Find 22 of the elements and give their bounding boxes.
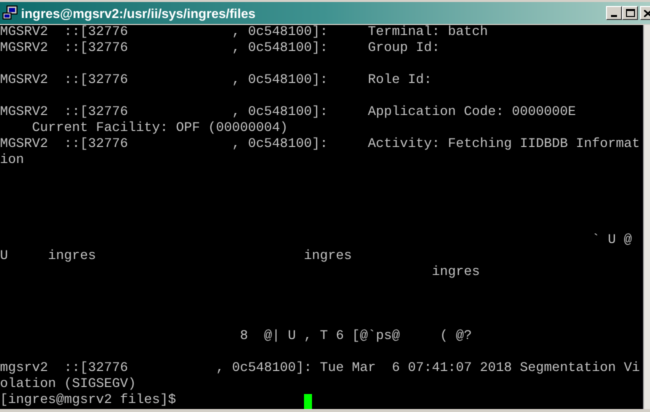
terminal-line: 8 @| U , T 6 [@`ps@ ( @? xyxy=(238,329,472,345)
computer-icon xyxy=(2,5,18,21)
terminal-line: ` U @ xyxy=(590,233,632,249)
terminal-line: MGSRV2 ::[32776 , 0c548100]: Terminal: batch xyxy=(0,25,488,41)
shell-prompt: [ingres@mgsrv2 files]$ xyxy=(0,393,176,409)
terminal-line: MGSRV2 ::[32776 , 0c548100]: Application Code: 0000000E xyxy=(0,105,576,121)
terminal-line: Current Facility: OPF (00000004) xyxy=(30,121,288,137)
terminal-line: MGSRV2 ::[32776 , 0c548100]: Role Id: xyxy=(0,73,432,89)
maximize-button[interactable] xyxy=(622,6,638,20)
terminal-line: olation (SIGSEGV) xyxy=(0,377,136,393)
terminal-line: MGSRV2 ::[32776 , 0c548100]: Group Id: xyxy=(0,41,440,57)
scrollbar[interactable] xyxy=(643,25,650,409)
terminal-line: MGSRV2 ::[32776 , 0c548100]: Activity: Fetching IIDBDB Informat xyxy=(0,137,640,153)
minimize-icon xyxy=(611,15,617,17)
terminal-line: U ingres ingres xyxy=(0,249,352,265)
close-icon xyxy=(644,10,650,16)
terminal-line: ingres xyxy=(430,265,480,281)
maximize-icon xyxy=(626,9,634,17)
terminal-line: ion xyxy=(0,153,24,169)
minimize-button[interactable] xyxy=(606,6,622,20)
terminal-line: mgsrv2 ::[32776 , 0c548100]: Tue Mar 6 07:41:07 2018 Segmentation Vi xyxy=(0,361,640,377)
window-title: ingres@mgsrv2:/usr/ii/sys/ingres/files xyxy=(21,6,256,20)
